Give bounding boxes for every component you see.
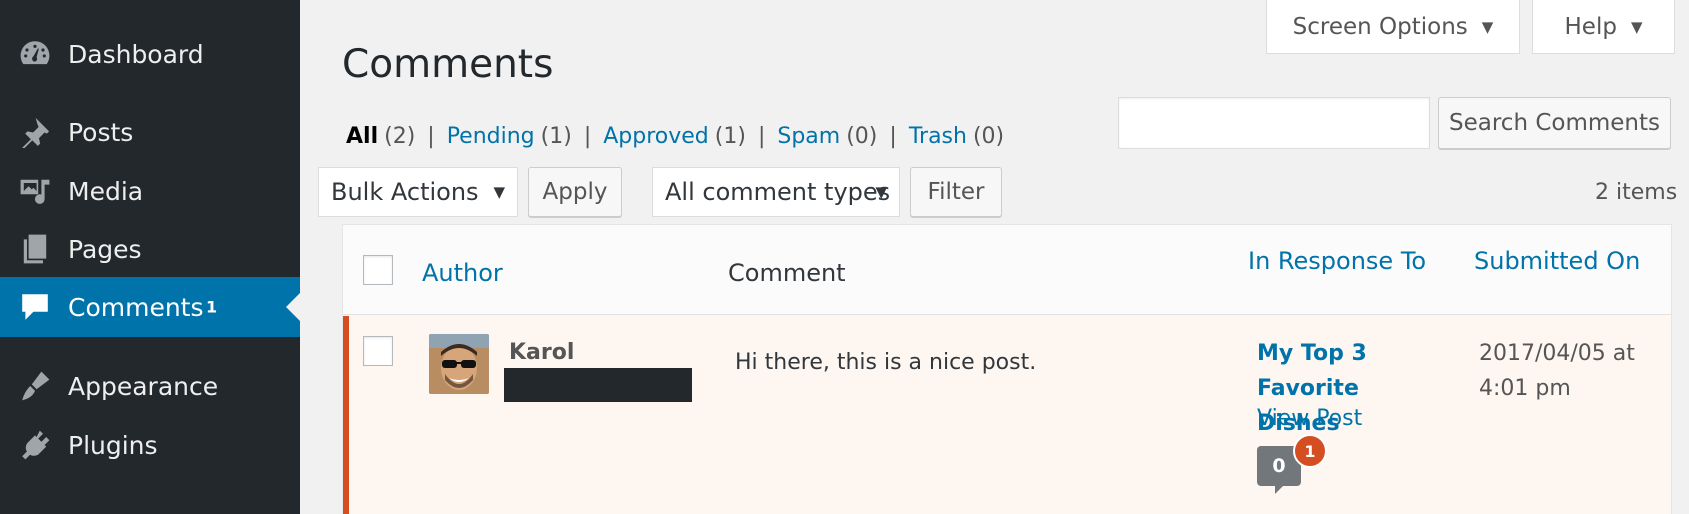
sidebar-item-label: Plugins xyxy=(68,430,158,460)
items-count: 2 items xyxy=(1595,180,1678,205)
filter-approved-link[interactable]: Approved xyxy=(603,124,709,149)
comment-type-value: All comment types xyxy=(665,178,891,206)
filter-trash-link[interactable]: Trash xyxy=(909,124,967,149)
avatar xyxy=(429,334,489,394)
sidebar-item-label: Posts xyxy=(68,117,134,147)
sidebar-item-label: Pages xyxy=(68,234,142,264)
comment-count-badge: 1 xyxy=(206,297,218,317)
comment-type-select[interactable]: All comment types ▼ xyxy=(652,167,900,217)
filter-spam-link[interactable]: Spam xyxy=(777,124,840,149)
pin-icon xyxy=(18,115,52,149)
table-row: Karol Hi there, this is a nice post. My … xyxy=(343,316,1671,514)
filter-pending-count: (1) xyxy=(540,124,572,149)
media-icon xyxy=(18,174,52,208)
redacted-author-email xyxy=(504,368,692,402)
sidebar-item-media[interactable]: Media xyxy=(0,161,300,221)
plug-icon xyxy=(18,428,52,462)
filter-all-count: (2) xyxy=(384,124,416,149)
pages-icon xyxy=(18,232,52,266)
bulk-actions-select[interactable]: Bulk Actions ▼ xyxy=(318,167,518,217)
filter-spam-count: (0) xyxy=(846,124,878,149)
filter-pending-link[interactable]: Pending xyxy=(447,124,535,149)
caret-down-icon: ▼ xyxy=(1630,17,1643,36)
comments-table: Author Comment In Response To Submitted … xyxy=(342,224,1672,514)
comment-icon xyxy=(18,290,52,324)
dashboard-icon xyxy=(18,37,52,71)
column-in-response-to[interactable]: In Response To xyxy=(1248,247,1426,275)
author-name[interactable]: Karol xyxy=(509,340,574,365)
paintbrush-icon xyxy=(18,369,52,403)
caret-down-icon: ▼ xyxy=(1481,17,1494,36)
sidebar-item-dashboard[interactable]: Dashboard xyxy=(0,24,300,84)
admin-sidebar: Dashboard Posts Media Pages Comments 1 A… xyxy=(0,0,300,514)
comment-text: Hi there, this is a nice post. xyxy=(735,350,1037,375)
submitted-date[interactable]: 2017/04/05 at 4:01 pm xyxy=(1479,336,1669,406)
column-comment: Comment xyxy=(728,259,846,287)
sidebar-item-posts[interactable]: Posts xyxy=(0,102,300,162)
sidebar-item-label: Comments xyxy=(68,292,204,322)
bulk-actions-value: Bulk Actions xyxy=(331,178,479,206)
pending-comments-count[interactable]: 1 xyxy=(1293,434,1327,468)
sidebar-item-label: Dashboard xyxy=(68,39,204,69)
main-content: Screen Options ▼ Help ▼ Comments All (2)… xyxy=(300,0,1689,514)
sidebar-item-plugins[interactable]: Plugins xyxy=(0,415,300,475)
filter-all-link[interactable]: All xyxy=(346,124,378,149)
row-checkbox[interactable] xyxy=(363,336,393,366)
screen-options-label: Screen Options xyxy=(1292,13,1468,40)
help-button[interactable]: Help ▼ xyxy=(1532,0,1675,54)
filter-separator: | xyxy=(757,124,766,149)
status-filter-links: All (2) | Pending (1) | Approved (1) | S… xyxy=(346,124,1004,149)
sidebar-item-appearance[interactable]: Appearance xyxy=(0,356,300,416)
sidebar-item-comments[interactable]: Comments 1 xyxy=(0,277,300,337)
page-title: Comments xyxy=(342,42,554,87)
screen-options-button[interactable]: Screen Options ▼ xyxy=(1266,0,1520,54)
filter-separator: | xyxy=(889,124,897,149)
search-comments-button[interactable]: Search Comments xyxy=(1438,97,1671,149)
sidebar-item-label: Media xyxy=(68,176,144,206)
apply-button[interactable]: Apply xyxy=(528,167,622,217)
column-author[interactable]: Author xyxy=(422,259,503,287)
filter-trash-count: (0) xyxy=(972,124,1005,149)
filter-approved-count: (1) xyxy=(714,124,746,149)
filter-separator: | xyxy=(427,124,435,149)
filter-separator: | xyxy=(583,124,592,149)
sidebar-item-label: Appearance xyxy=(68,371,219,401)
select-all-checkbox[interactable] xyxy=(363,255,393,285)
column-submitted-on[interactable]: Submitted On xyxy=(1474,247,1640,275)
search-input[interactable] xyxy=(1118,97,1430,149)
table-header: Author Comment In Response To Submitted … xyxy=(343,225,1671,315)
view-post-link[interactable]: View Post xyxy=(1257,406,1362,431)
sidebar-item-pages[interactable]: Pages xyxy=(0,219,300,279)
dropdown-arrow-icon: ▼ xyxy=(875,183,887,201)
dropdown-arrow-icon: ▼ xyxy=(493,183,505,201)
filter-button[interactable]: Filter xyxy=(910,167,1002,217)
help-label: Help xyxy=(1564,13,1617,40)
